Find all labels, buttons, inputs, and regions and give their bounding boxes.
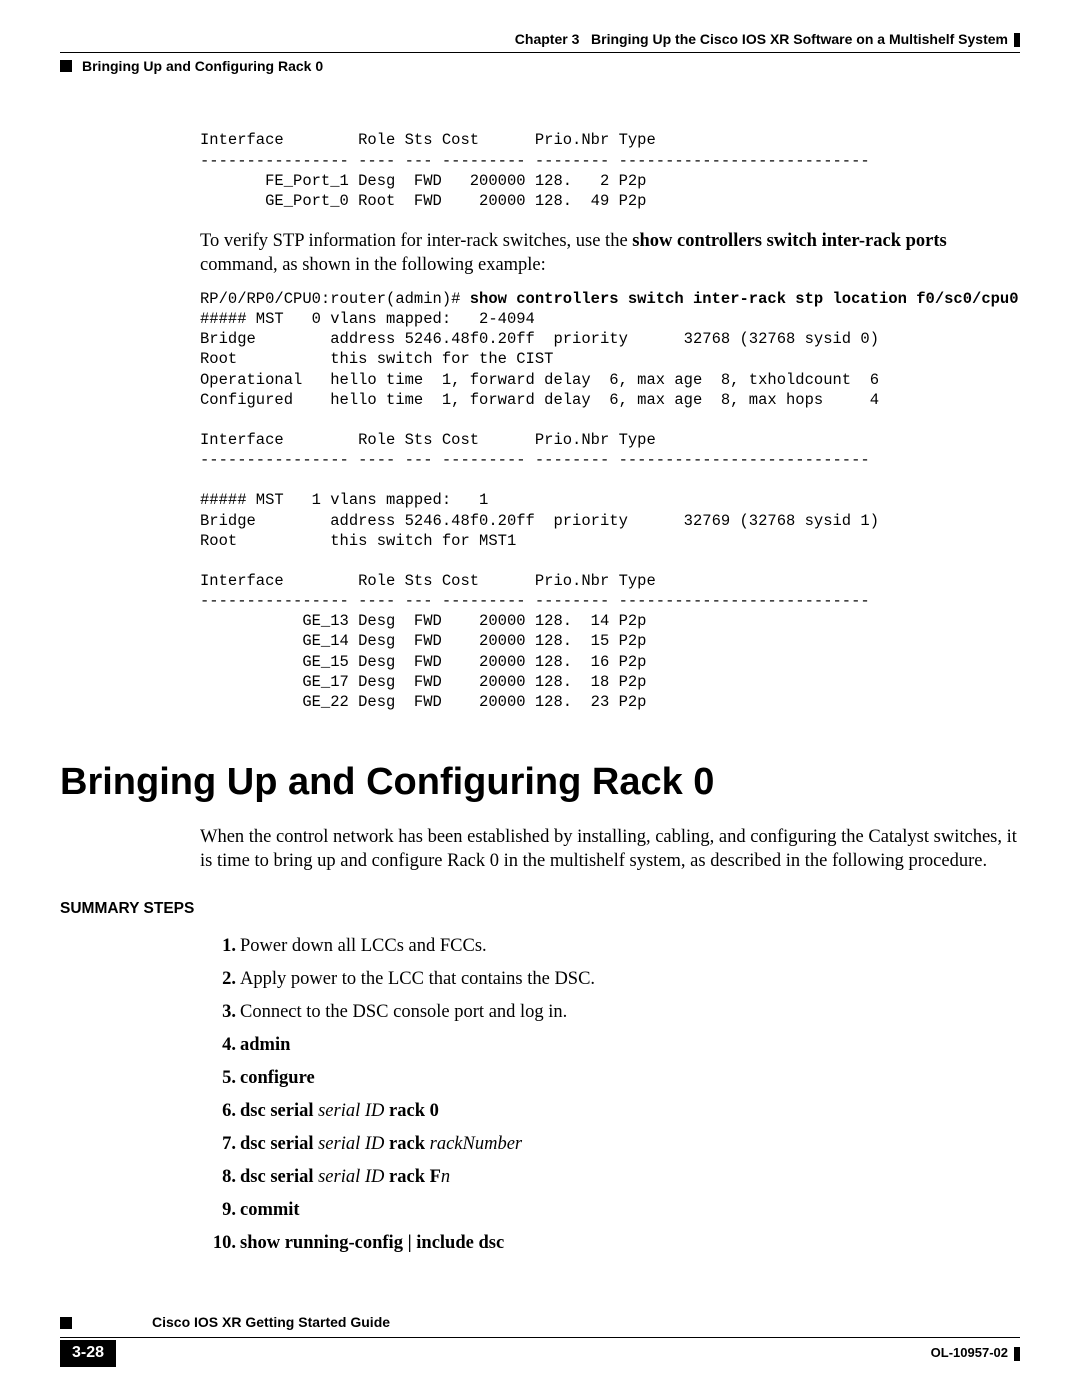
code-output-2: RP/0/RP0/CPU0:router(admin)# show contro… [200,289,1020,712]
step-item: Connect to the DSC console port and log … [240,1000,1020,1024]
step-item: dsc serial serial ID rack rackNumber [240,1132,1020,1156]
doc-id: OL-10957-02 [931,1345,1020,1362]
footer-square-icon [60,1317,72,1329]
running-header-right: Chapter 3 Bringing Up the Cisco IOS XR S… [60,30,1020,48]
step-item: dsc serial serial ID rack 0 [240,1099,1020,1123]
inline-command: show controllers switch inter-rack ports [632,231,946,251]
page-footer: Cisco IOS XR Getting Started Guide 3-28 … [60,1310,1020,1367]
step-item: show running-config | include dsc [240,1231,1020,1255]
header-square-icon [60,60,72,72]
section-title: Bringing Up and Configuring Rack 0 [82,58,323,74]
step-item: configure [240,1066,1020,1090]
cli-command: show controllers switch inter-rack stp l… [470,290,1019,308]
intro-paragraph: When the control network has been establ… [200,825,1020,873]
step-item: Apply power to the LCC that contains the… [240,967,1020,991]
summary-steps-label: SUMMARY STEPS [60,899,1020,919]
summary-steps-list: Power down all LCCs and FCCs. Apply powe… [200,934,1020,1255]
step-item: Power down all LCCs and FCCs. [240,934,1020,958]
step-item: admin [240,1033,1020,1057]
running-header-left: Bringing Up and Configuring Rack 0 [60,52,1020,75]
cli-prompt: RP/0/RP0/CPU0:router(admin)# [200,290,470,308]
chapter-title: Bringing Up the Cisco IOS XR Software on… [591,31,1008,47]
code-output-1: Interface Role Sts Cost Prio.Nbr Type --… [200,130,1020,211]
chapter-label: Chapter 3 [515,31,580,47]
page-number: 3-28 [60,1340,116,1367]
cli-output: ##### MST 0 vlans mapped: 2-4094 Bridge … [200,310,879,711]
guide-title: Cisco IOS XR Getting Started Guide [152,1314,390,1330]
body-paragraph-1: To verify STP information for inter-rack… [200,229,1020,277]
step-item: dsc serial serial ID rack Fn [240,1165,1020,1189]
step-item: commit [240,1198,1020,1222]
section-heading: Bringing Up and Configuring Rack 0 [60,758,1020,807]
